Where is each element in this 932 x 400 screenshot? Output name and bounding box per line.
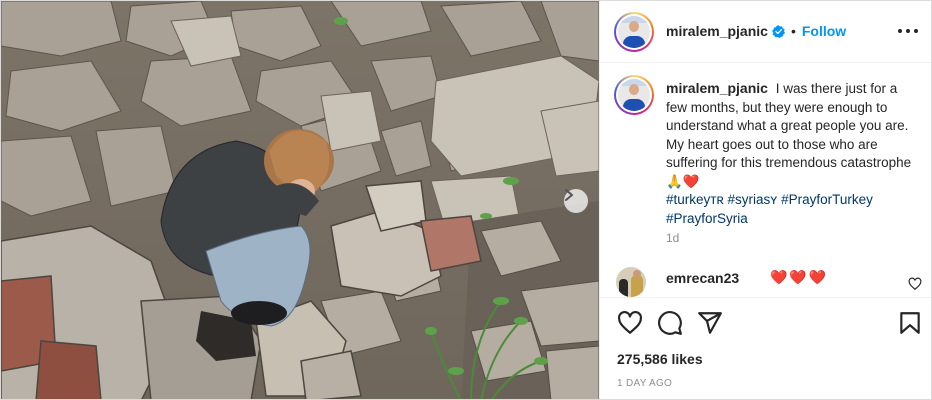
caption-author-avatar[interactable]: [614, 75, 654, 115]
post-image: [1, 1, 599, 399]
heart-outline-icon[interactable]: [908, 277, 922, 291]
caption-text-block: miralem_pjanic I was there just for a fe…: [666, 79, 916, 228]
verified-badge-icon: [771, 24, 785, 38]
separator-dot: •: [790, 23, 796, 39]
hashtag-link[interactable]: #syriasʏ: [728, 192, 778, 207]
comment-button[interactable]: [657, 310, 683, 336]
actions-bar: 275,586 likes 1 DAY AGO: [600, 297, 931, 399]
post-date[interactable]: 1 DAY AGO: [617, 378, 672, 389]
hashtag-list: #turkeyᴛʀ #syriasʏ #PrayforTurkey #Prayf…: [666, 191, 916, 228]
caption-username[interactable]: miralem_pjanic: [666, 80, 768, 96]
save-button[interactable]: [897, 310, 923, 336]
author-username[interactable]: miralem_pjanic: [666, 23, 768, 39]
more-options-icon[interactable]: [898, 23, 918, 39]
author-avatar[interactable]: [614, 12, 654, 52]
post-side-panel: miralem_pjanic • Follow miralem_pjanic I…: [599, 1, 931, 399]
hashtag-link[interactable]: #turkeyᴛʀ: [666, 192, 724, 207]
next-photo-button[interactable]: [564, 189, 588, 213]
commenter-username[interactable]: emrecan23: [666, 270, 739, 286]
post-photo[interactable]: [1, 1, 599, 399]
like-button[interactable]: [617, 310, 643, 336]
hashtag-link[interactable]: #PrayforSyria: [666, 211, 748, 226]
comment-text: ❤️❤️❤️: [770, 269, 829, 285]
hashtag-link[interactable]: #PrayforTurkey: [781, 192, 873, 207]
comment-row: emrecan23 ❤️❤️❤️: [600, 263, 931, 297]
likes-count[interactable]: 275,586 likes: [617, 351, 703, 367]
caption-timestamp[interactable]: 1d: [666, 231, 679, 245]
commenter-avatar[interactable]: [616, 267, 646, 297]
follow-button[interactable]: Follow: [802, 23, 846, 39]
caption-text: I was there just for a few months, but t…: [666, 81, 912, 189]
chevron-right-icon: [565, 189, 573, 201]
share-button[interactable]: [697, 310, 723, 336]
instagram-post: miralem_pjanic • Follow miralem_pjanic I…: [0, 0, 932, 400]
post-header: miralem_pjanic • Follow: [600, 1, 931, 63]
caption-block: miralem_pjanic I was there just for a fe…: [600, 63, 931, 263]
